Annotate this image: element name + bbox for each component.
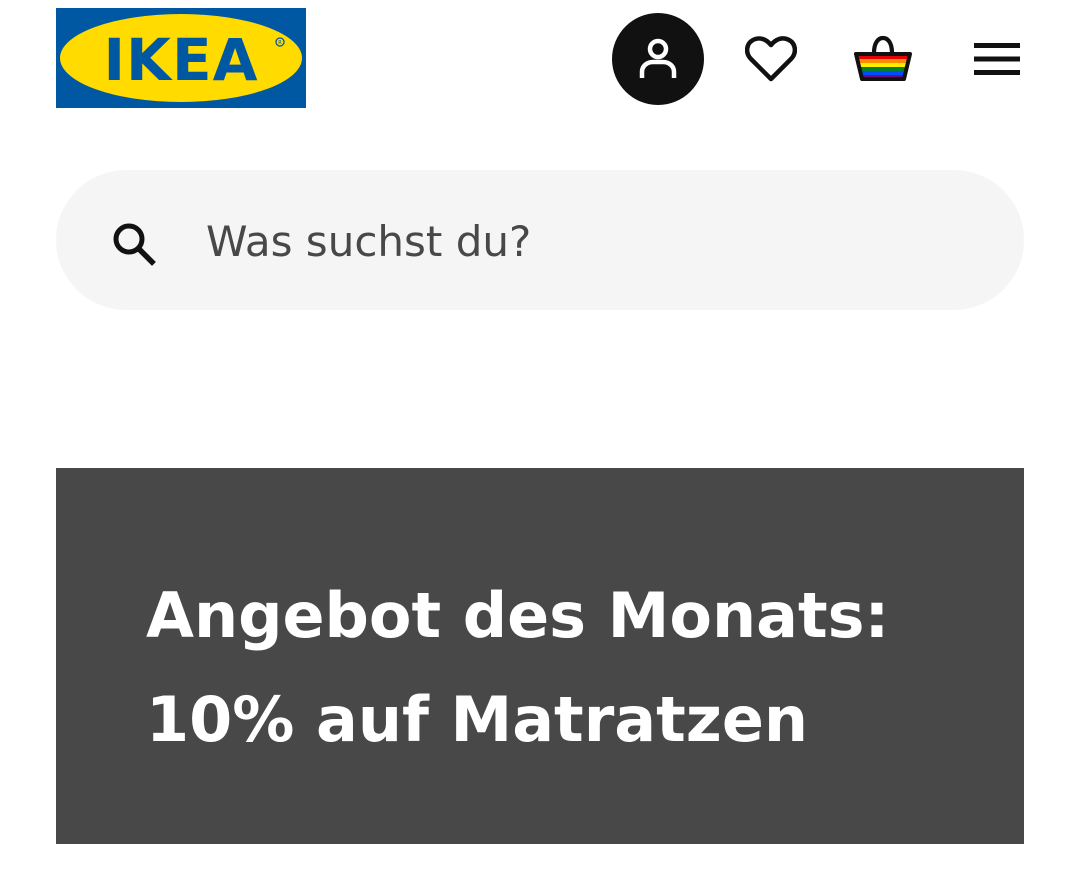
shopping-basket-icon [854,35,912,81]
promo-title-line-2: 10% auf Matratzen [146,683,809,756]
search-icon[interactable] [108,218,160,270]
promo-banner[interactable]: Angebot des Monats: 10% auf Matratzen [56,468,1024,844]
ikea-logo-mark: IKEA R [56,8,306,108]
cart-button[interactable] [850,28,916,90]
search-input[interactable] [206,200,966,282]
account-button[interactable] [612,13,704,105]
logo-text: IKEA [103,26,258,94]
page: IKEA R Was suchst du? Angebot des Monats… [0,0,1080,880]
person-icon [639,38,677,78]
hamburger-menu-icon [974,43,1020,75]
favourites-button[interactable] [740,28,802,90]
menu-button[interactable] [966,28,1028,90]
ikea-logo[interactable]: IKEA R [56,8,306,108]
svg-text:R: R [278,40,282,46]
promo-title: Angebot des Monats: 10% auf Matratzen [146,564,966,772]
promo-title-line-1: Angebot des Monats: [146,579,890,652]
heart-icon [745,36,797,82]
